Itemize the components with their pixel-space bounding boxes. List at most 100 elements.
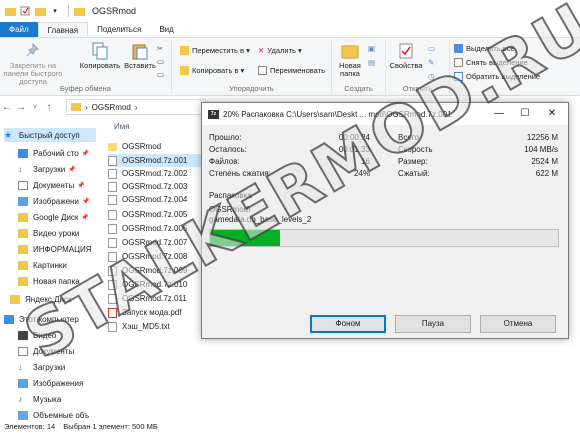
- new-item-button[interactable]: ▣: [368, 44, 375, 53]
- list-item[interactable]: OGSRmod.7z.004: [108, 193, 202, 206]
- sidebar-item-this-pc[interactable]: Этот компьютер: [4, 312, 79, 326]
- sidebar-item-quick-access[interactable]: ★ Быстрый доступ: [4, 128, 96, 142]
- sidebar-item-label: Изображения: [33, 378, 84, 388]
- paste-button[interactable]: Вставить: [122, 42, 158, 70]
- document-icon: [18, 346, 28, 356]
- list-item[interactable]: OGSRmod.7z.001: [108, 154, 202, 167]
- files-label: Файлов:: [209, 157, 240, 166]
- list-item[interactable]: OGSRmod.7z.010: [108, 278, 202, 291]
- list-item[interactable]: OGSRmod.7z.008: [108, 250, 202, 263]
- recent-locations-icon[interactable]: ˅: [28, 104, 42, 111]
- pause-button[interactable]: Пауза: [395, 315, 471, 333]
- sidebar-item-information[interactable]: ИНФОРМАЦИЯ: [18, 242, 92, 256]
- history-button[interactable]: ◷: [428, 72, 435, 81]
- list-item[interactable]: OGSRmod.7z.011: [108, 292, 202, 305]
- open-button[interactable]: ▭: [428, 44, 435, 53]
- select-none-button[interactable]: Снять выделение: [454, 58, 528, 67]
- folder-icon: [18, 228, 28, 238]
- select-all-button[interactable]: Выделить все: [454, 44, 515, 53]
- up-icon[interactable]: ↑: [42, 102, 56, 113]
- open-group: Свойства ▭ ✎ ◷ Открыть: [386, 40, 450, 94]
- sidebar-item-label: Загрузки: [33, 362, 66, 372]
- column-header-name[interactable]: Имя: [114, 122, 130, 131]
- sidebar-item-3d-objects[interactable]: Объемные объ: [18, 408, 89, 420]
- edit-button[interactable]: ✎: [428, 58, 434, 67]
- tab-share[interactable]: Поделиться: [88, 22, 150, 37]
- breadcrumb-chevron-icon: ›: [134, 102, 138, 112]
- cut-button[interactable]: ✂: [157, 44, 163, 53]
- sidebar-item-images-folder[interactable]: Картинки: [18, 258, 67, 272]
- address-bar[interactable]: › OGSRmod ›: [66, 99, 206, 115]
- dialog-title-bar[interactable]: 7z 20% Распаковка C:\Users\sam\Deskt ...…: [202, 103, 568, 125]
- sidebar-item-label: Объемные объ: [33, 410, 90, 420]
- size-value: 2524 M: [531, 157, 558, 166]
- tab-view[interactable]: Вид: [150, 22, 182, 37]
- cancel-button[interactable]: Отмена: [480, 315, 556, 333]
- properties-button[interactable]: Свойства: [388, 42, 424, 70]
- select-all-icon: [454, 44, 463, 53]
- sidebar-item-video-lessons[interactable]: Видео уроки: [18, 226, 79, 240]
- tab-home[interactable]: Главная: [37, 22, 89, 37]
- tab-file[interactable]: Файл: [0, 22, 38, 37]
- maximize-icon[interactable]: ☐: [518, 107, 532, 121]
- sidebar-item-documents[interactable]: Документы 📌: [18, 178, 85, 192]
- list-item[interactable]: OGSRmod.7z.009: [108, 264, 202, 277]
- close-icon[interactable]: ✕: [545, 107, 559, 121]
- list-item[interactable]: OGSRmod.7z.007: [108, 236, 202, 249]
- move-to-label: Переместить в: [192, 46, 245, 55]
- list-item[interactable]: OGSRmod.7z.005: [108, 208, 202, 221]
- packed-value: 622 M: [535, 169, 558, 178]
- rename-button[interactable]: Переименовать: [258, 66, 325, 75]
- properties-quick-icon[interactable]: [19, 5, 31, 17]
- list-item[interactable]: OGSRmod: [108, 140, 202, 153]
- move-to-button[interactable]: Переместить в ▾: [180, 46, 250, 55]
- sidebar-item-label: Быстрый доступ: [19, 130, 80, 140]
- pin-quick-access-button[interactable]: Закрепить на панели быстрого доступа: [2, 42, 64, 86]
- easy-access-button[interactable]: ▤: [368, 58, 375, 67]
- forward-icon[interactable]: →: [14, 102, 28, 113]
- list-item[interactable]: OGSRmod.7z.006: [108, 222, 202, 235]
- sidebar-item-music[interactable]: ♪ Музыка: [18, 392, 61, 406]
- delete-button[interactable]: ✕ Удалить ▾: [258, 46, 302, 55]
- select-none-label: Снять выделение: [466, 58, 528, 67]
- music-icon: ♪: [18, 393, 23, 404]
- breadcrumb[interactable]: OGSRmod: [92, 103, 131, 112]
- copy-to-button[interactable]: Копировать в ▾: [180, 66, 244, 75]
- paste-shortcut-button[interactable]: ▭: [157, 70, 164, 79]
- list-item[interactable]: Запуск мода.pdf: [108, 306, 202, 319]
- copy-button[interactable]: Копировать: [78, 42, 122, 70]
- star-icon: ★: [4, 129, 13, 140]
- invert-selection-label: Обратить выделение: [466, 72, 541, 81]
- sidebar-item-pc-downloads[interactable]: ↓ Загрузки: [18, 360, 65, 374]
- sidebar-item-videos[interactable]: Видео: [18, 328, 56, 342]
- list-item[interactable]: Хэш_MD5.txt: [108, 320, 202, 333]
- sidebar-item-google-drive[interactable]: Google Диск 📌: [18, 210, 89, 224]
- minimize-icon[interactable]: —: [492, 107, 506, 121]
- new-folder-icon: [341, 42, 359, 60]
- sidebar-item-pictures[interactable]: Изображени 📌: [18, 194, 89, 208]
- sidebar-item-yandex-disk[interactable]: Яндекс.Диск: [10, 292, 72, 306]
- sidebar-item-downloads[interactable]: ↓ Загрузки 📌: [18, 162, 76, 176]
- copy-path-button[interactable]: ▭: [157, 57, 164, 66]
- speed-label: Скорость: [398, 145, 433, 154]
- list-item[interactable]: OGSRmod.7z.002: [108, 167, 202, 180]
- list-item[interactable]: OGSRmod.7z.003: [108, 180, 202, 193]
- customize-quick-access-icon[interactable]: ▾: [49, 5, 61, 17]
- back-icon[interactable]: ←: [0, 102, 14, 113]
- folder-icon: [18, 212, 28, 222]
- sidebar-item-pc-documents[interactable]: Документы: [18, 344, 74, 358]
- background-button[interactable]: Фоном: [310, 315, 386, 333]
- desktop-icon: [18, 148, 28, 158]
- new-folder-quick-icon[interactable]: [34, 5, 46, 17]
- sidebar-item-new-folder[interactable]: Новая папка: [18, 274, 80, 288]
- cube-icon: [18, 410, 28, 420]
- archive-file-icon: [108, 155, 117, 166]
- new-folder-button[interactable]: Новая папка: [334, 42, 366, 78]
- remaining-label: Осталось:: [209, 145, 247, 154]
- invert-selection-button[interactable]: Обратить выделение: [454, 72, 540, 81]
- sidebar-item-pc-pictures[interactable]: Изображения: [18, 376, 83, 390]
- sidebar-item-desktop[interactable]: Рабочий сто 📌: [18, 146, 89, 160]
- video-icon: [18, 330, 28, 340]
- archive-file-icon: [108, 194, 117, 205]
- file-name: OGSRmod.7z.007: [122, 238, 188, 247]
